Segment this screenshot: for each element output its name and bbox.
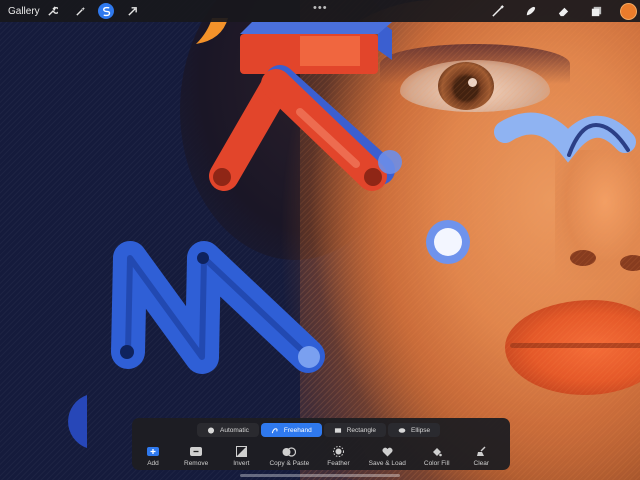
remove-button[interactable]: Remove xyxy=(184,446,208,467)
mode-ellipse-label: Ellipse xyxy=(411,426,431,434)
magic-wand-icon[interactable] xyxy=(72,3,88,19)
mode-ellipse[interactable]: Ellipse xyxy=(388,423,441,437)
blue-block-top xyxy=(240,22,392,34)
selection-icon[interactable] xyxy=(98,3,114,19)
wrench-icon[interactable] xyxy=(44,3,60,19)
graphic-shapes-layer xyxy=(68,18,636,448)
mode-automatic-label: Automatic xyxy=(220,426,249,434)
save-load-button[interactable]: Save & Load xyxy=(369,446,406,467)
top-toolbar: Gallery ••• xyxy=(0,0,640,22)
mode-rectangle-label: Rectangle xyxy=(346,426,377,434)
add-label: Add xyxy=(147,460,159,467)
mode-automatic[interactable]: Automatic xyxy=(197,423,259,437)
selection-actions: Add Remove Invert Copy & Paste Feather S… xyxy=(132,446,510,467)
rectangle-icon xyxy=(334,427,342,434)
brush-icon[interactable] xyxy=(489,3,505,19)
remove-icon xyxy=(189,446,203,457)
copy-paste-label: Copy & Paste xyxy=(269,460,310,467)
color-fill-icon xyxy=(430,446,444,457)
add-button[interactable]: Add xyxy=(147,446,159,467)
color-fill-label: Color Fill xyxy=(423,460,450,467)
add-icon xyxy=(146,446,160,457)
remove-label: Remove xyxy=(184,460,209,467)
blue-ball xyxy=(378,150,402,174)
feather-label: Feather xyxy=(327,460,350,467)
zigzag-joint-1 xyxy=(120,345,134,359)
invert-label: Invert xyxy=(233,460,250,467)
feather-button[interactable]: Feather xyxy=(327,446,350,467)
clear-label: Clear xyxy=(473,460,490,467)
gallery-button[interactable]: Gallery xyxy=(8,6,40,17)
red-joint-right xyxy=(364,168,382,186)
save-load-label: Save & Load xyxy=(368,460,406,467)
freehand-icon xyxy=(271,427,279,434)
more-options-handle[interactable]: ••• xyxy=(313,2,328,14)
invert-icon xyxy=(234,446,248,457)
blue-half-disc xyxy=(68,395,87,448)
copy-paste-icon xyxy=(282,446,297,457)
selection-panel: Automatic Freehand Rectangle Ellipse Add… xyxy=(132,418,510,470)
selection-mode-bar: Automatic Freehand Rectangle Ellipse xyxy=(197,423,442,437)
save-load-icon xyxy=(380,446,394,457)
red-arm-left xyxy=(209,71,291,191)
transform-arrow-icon[interactable] xyxy=(124,3,140,19)
red-block-band xyxy=(300,36,360,66)
mode-rectangle[interactable]: Rectangle xyxy=(323,423,387,437)
circle-icon xyxy=(207,426,215,434)
red-joint-left xyxy=(213,168,231,186)
smudge-icon[interactable] xyxy=(522,3,538,19)
copy-paste-button[interactable]: Copy & Paste xyxy=(269,446,309,467)
clear-button[interactable]: Clear xyxy=(473,446,490,467)
clear-icon xyxy=(474,446,488,457)
layers-icon[interactable] xyxy=(588,3,604,19)
mode-freehand[interactable]: Freehand xyxy=(260,423,322,437)
home-indicator[interactable] xyxy=(240,474,400,477)
mode-freehand-label: Freehand xyxy=(283,426,312,434)
color-picker-swatch[interactable] xyxy=(620,3,637,20)
drawing-canvas[interactable] xyxy=(0,0,640,480)
zigzag-joint-2 xyxy=(197,252,209,264)
zigzag-end-dot xyxy=(298,346,320,368)
feather-icon xyxy=(331,446,345,457)
eraser-icon[interactable] xyxy=(555,3,571,19)
color-fill-button[interactable]: Color Fill xyxy=(424,446,450,467)
ellipse-icon xyxy=(398,427,406,434)
invert-button[interactable]: Invert xyxy=(233,446,249,467)
target-circle-inner xyxy=(434,228,462,256)
